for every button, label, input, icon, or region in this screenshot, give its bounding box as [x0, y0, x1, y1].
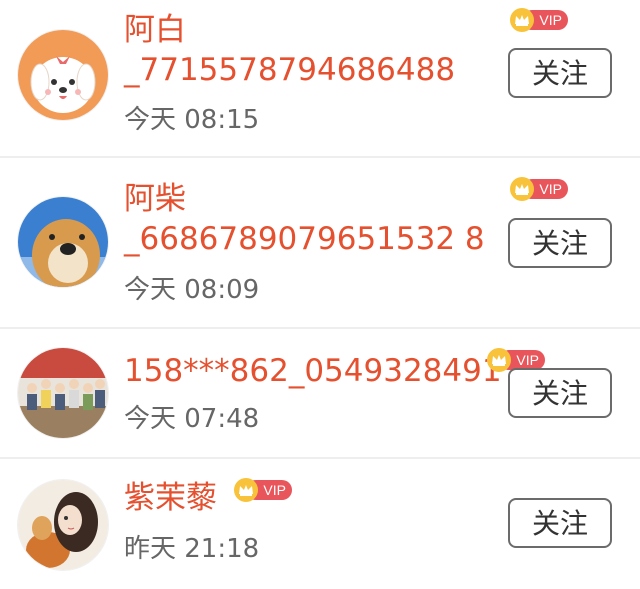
crown-icon	[234, 478, 258, 502]
list-item[interactable]: 阿白 _7715578794686488 今天 08:15 VIP 关注	[0, 0, 640, 157]
vip-badge: VIP	[510, 8, 570, 32]
user-name-suffix[interactable]: _6686789079651532 8	[124, 221, 485, 257]
follow-button[interactable]: 关注	[508, 48, 612, 98]
user-name-suffix[interactable]: _7715578794686488	[124, 52, 455, 88]
follow-time: 昨天 21:18	[124, 534, 260, 564]
follow-list: 阿白 _7715578794686488 今天 08:15 VIP 关注 阿柴 …	[0, 0, 640, 589]
follow-button[interactable]: 关注	[508, 368, 612, 418]
crown-icon	[510, 177, 534, 201]
shiba-avatar-icon[interactable]	[18, 197, 108, 287]
user-name[interactable]: 阿柴	[124, 181, 186, 217]
girl-illustration-avatar-icon[interactable]	[18, 480, 108, 570]
cartoon-dog-avatar-icon[interactable]	[18, 30, 108, 120]
crown-icon	[510, 8, 534, 32]
list-item[interactable]: 158***862_0549328491 今天 07:48 VIP 关注	[0, 327, 640, 458]
follow-button[interactable]: 关注	[508, 498, 612, 548]
user-name[interactable]: 紫茉藜	[124, 480, 217, 516]
list-item[interactable]: 紫茉藜 昨天 21:18 VIP 关注	[0, 457, 640, 589]
user-name[interactable]: 阿白	[124, 12, 186, 48]
group-photo-avatar-icon[interactable]	[18, 348, 108, 438]
user-name[interactable]: 158***862_0549328491	[124, 353, 502, 389]
crown-icon	[487, 348, 511, 372]
follow-time: 今天 08:15	[124, 105, 260, 135]
follow-button[interactable]: 关注	[508, 218, 612, 268]
follow-time: 今天 08:09	[124, 275, 260, 305]
vip-badge: VIP	[510, 177, 570, 201]
list-item[interactable]: 阿柴 _6686789079651532 8 今天 08:09 VIP 关注	[0, 156, 640, 328]
follow-time: 今天 07:48	[124, 404, 260, 434]
vip-badge: VIP	[234, 478, 294, 502]
